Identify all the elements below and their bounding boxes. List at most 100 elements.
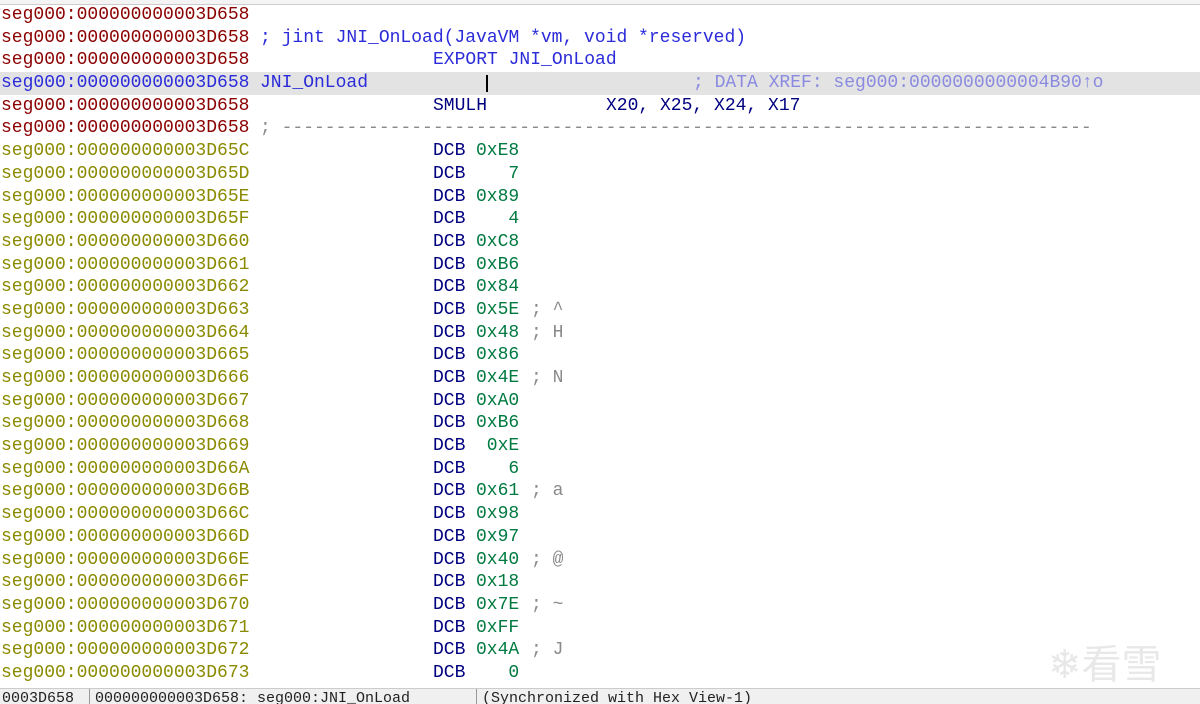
listing-line[interactable]: seg000:000000000003D658 ; jint JNI_OnLoa… [0,27,1200,50]
address: seg000:000000000003D65C [1,141,250,162]
status-divider [476,689,477,704]
listing-line[interactable]: seg000:000000000003D667 DCB 0xA0 [0,390,1200,413]
char-comment: ; ^ [531,299,564,320]
listing-line[interactable]: seg000:000000000003D671 DCB 0xFF [0,617,1200,640]
address: seg000:000000000003D66C [1,504,250,525]
listing-line[interactable]: seg000:000000000003D669 DCB 0xE [0,435,1200,458]
status-bar: 0003D658 000000000003D658: seg000:JNI_On… [0,688,1200,704]
listing-line[interactable]: seg000:000000000003D66E DCB 0x40 ; @ [0,549,1200,572]
address: seg000:000000000003D65F [1,209,250,230]
listing-line[interactable]: seg000:000000000003D672 DCB 0x4A ; J [0,639,1200,662]
address: seg000:000000000003D662 [1,277,250,298]
listing-line[interactable]: seg000:000000000003D662 DCB 0x84 [0,276,1200,299]
listing-line[interactable]: seg000:000000000003D668 DCB 0xB6 [0,412,1200,435]
byte-value: 4 [476,209,520,230]
address: seg000:000000000003D666 [1,368,250,388]
watermark-text: 看雪 [1081,642,1162,688]
status-location: 000000000003D658: seg000:JNI_OnLoad [95,690,411,704]
mnemonic: DCB [433,231,466,252]
listing-line[interactable]: seg000:000000000003D658 EXPORT JNI_OnLoa… [0,49,1200,72]
byte-value: 0x4E [476,368,520,388]
listing-line[interactable]: seg000:000000000003D66D DCB 0x97 [0,526,1200,549]
address: seg000:000000000003D673 [1,662,250,683]
status-sync: (Synchronized with Hex View-1) [482,690,753,704]
mnemonic: DCB [433,345,466,366]
address: seg000:000000000003D658 [1,50,250,71]
byte-value: 0x98 [476,504,520,525]
address: seg000:000000000003D665 [1,345,250,366]
listing-line[interactable]: seg000:000000000003D673 DCB 0 [0,662,1200,685]
listing-line[interactable]: seg000:000000000003D66F DCB 0x18 [0,571,1200,594]
mnemonic: DCB [433,481,466,502]
mnemonic: DCB [433,209,466,230]
char-comment: ; H [531,322,564,343]
address: seg000:000000000003D658 [1,5,250,25]
address: seg000:000000000003D667 [1,390,250,411]
byte-value: 0x89 [476,186,520,207]
byte-value: 0xFF [476,617,520,638]
text-cursor [486,75,488,93]
watermark-logo: ❄看雪 [1048,642,1162,688]
address: seg000:000000000003D66E [1,549,250,570]
address: seg000:000000000003D658 [1,118,250,139]
byte-value: 0xE [476,436,520,457]
char-comment: ; ~ [531,594,564,615]
byte-value: 0xA0 [476,390,520,411]
listing-line[interactable]: seg000:000000000003D66B DCB 0x61 ; a [0,480,1200,503]
status-divider [89,689,90,704]
byte-value: 0 [476,662,520,683]
mnemonic: DCB [433,436,466,457]
byte-value: 0x61 [476,481,520,502]
listing-line[interactable]: seg000:000000000003D661 DCB 0xB6 [0,254,1200,277]
address: seg000:000000000003D66D [1,526,250,547]
export-directive: EXPORT JNI_OnLoad [433,50,617,71]
address: seg000:000000000003D658 [1,95,250,116]
char-comment: ; @ [531,549,564,570]
mnemonic: DCB [433,458,466,479]
function-prototype-comment: ; jint JNI_OnLoad(JavaVM *vm, void *rese… [260,27,747,48]
listing-line[interactable]: seg000:000000000003D66A DCB 6 [0,458,1200,481]
byte-value: 0x7E [476,594,520,615]
listing-line[interactable]: seg000:000000000003D670 DCB 0x7E ; ~ [0,594,1200,617]
byte-value: 0xB6 [476,254,520,275]
address: seg000:000000000003D65D [1,163,250,184]
char-comment: ; J [531,640,564,661]
listing-line[interactable]: seg000:000000000003D658 [0,4,1200,27]
listing-line[interactable]: seg000:000000000003D65E DCB 0x89 [0,186,1200,209]
char-comment: ; a [531,481,564,502]
xref-comment[interactable]: ; DATA XREF: seg000:0000000000004B90↑o [693,72,1103,95]
listing-line[interactable]: seg000:000000000003D65D DCB 7 [0,163,1200,186]
mnemonic: DCB [433,186,466,207]
function-label[interactable]: JNI_OnLoad [260,72,368,95]
listing-line[interactable]: seg000:000000000003D658 SMULH X20, X25, … [0,95,1200,118]
listing-line[interactable]: seg000:000000000003D660 DCB 0xC8 [0,231,1200,254]
disassembly-listing[interactable]: seg000:000000000003D658 seg000:000000000… [0,4,1200,685]
listing-line[interactable]: seg000:000000000003D665 DCB 0x86 [0,344,1200,367]
byte-value: 0x18 [476,572,520,593]
mnemonic: DCB [433,368,466,388]
listing-line[interactable]: seg000:000000000003D658 ; --------------… [0,117,1200,140]
address: seg000:000000000003D672 [1,640,250,661]
mnemonic: DCB [433,549,466,570]
address: seg000:000000000003D670 [1,594,250,615]
mnemonic: DCB [433,322,466,343]
mnemonic: DCB [433,163,466,184]
listing-line-selected[interactable]: seg000:000000000003D658 JNI_OnLoad ; DAT… [0,72,1200,95]
address: seg000:000000000003D66A [1,458,250,479]
listing-line[interactable]: seg000:000000000003D666 DCB 0x4E ; N [0,367,1200,390]
listing-line[interactable]: seg000:000000000003D66C DCB 0x98 [0,503,1200,526]
listing-line[interactable]: seg000:000000000003D65C DCB 0xE8 [0,140,1200,163]
char-comment: ; N [531,368,564,388]
listing-line[interactable]: seg000:000000000003D65F DCB 4 [0,208,1200,231]
mnemonic: DCB [433,640,466,661]
address: seg000:000000000003D66B [1,481,250,502]
status-offset: 0003D658 [2,690,75,704]
address: seg000:000000000003D660 [1,231,250,252]
byte-value: 7 [476,163,520,184]
mnemonic: DCB [433,617,466,638]
mnemonic: SMULH [433,95,488,116]
listing-line[interactable]: seg000:000000000003D663 DCB 0x5E ; ^ [0,299,1200,322]
address: seg000:000000000003D661 [1,254,250,275]
listing-line[interactable]: seg000:000000000003D664 DCB 0x48 ; H [0,322,1200,345]
mnemonic: DCB [433,299,466,320]
